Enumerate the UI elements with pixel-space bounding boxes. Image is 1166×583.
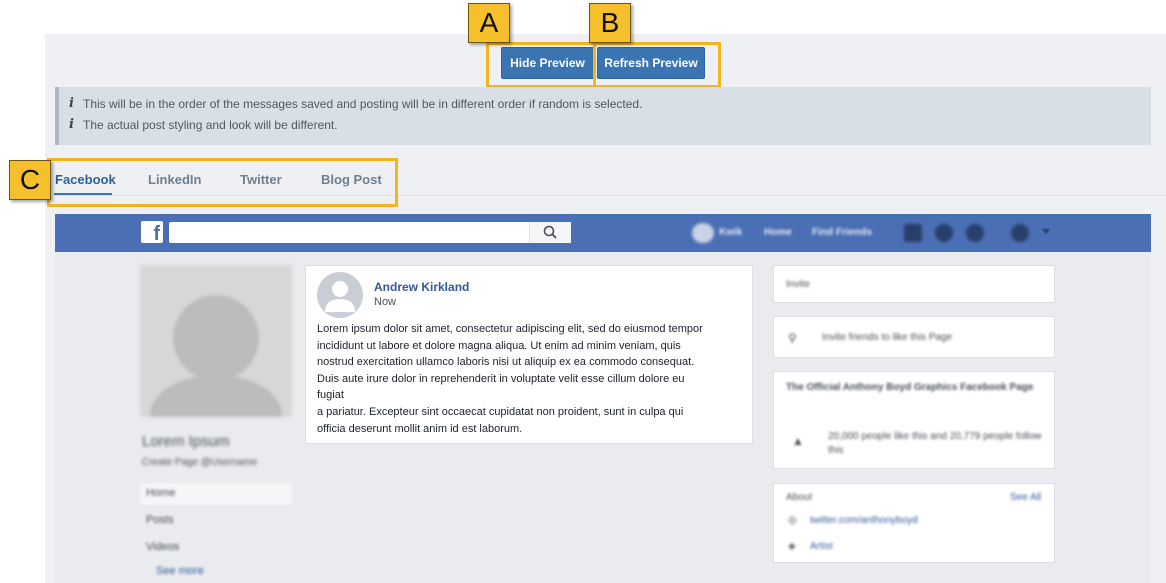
post-message: Lorem ipsum dolor sit amet, consectetur … [317, 323, 703, 435]
chevron-down-icon[interactable] [1042, 229, 1050, 234]
profile-handle: Create Page @Username [142, 457, 258, 468]
facebook-logo: f [141, 221, 163, 243]
post-timestamp: Now [374, 296, 397, 308]
callout-b-label: B [589, 3, 631, 43]
profile-menu-posts[interactable]: Posts [140, 510, 292, 532]
callout-c-label: C [9, 160, 51, 200]
nav-item-profile[interactable]: Kwik [719, 227, 742, 238]
sidebar-card-page-info: The Official Anthony Boyd Graphics Faceb… [773, 371, 1055, 469]
friend-requests-icon[interactable] [904, 224, 922, 242]
callout-a-label: A [468, 3, 510, 43]
sidebar-about-title: About [786, 492, 813, 503]
profile-menu-videos[interactable]: Videos [140, 537, 292, 559]
facebook-search-input[interactable] [169, 222, 570, 243]
sidebar-card-about: About See All ◎ twitter.com/anthonyboyd … [773, 483, 1055, 563]
callout-c-frame [47, 158, 398, 207]
info-line-styling: i The actual post styling and look will … [69, 117, 338, 132]
sidebar-invite-title: Invite [786, 279, 810, 290]
sidebar-page-title: The Official Anthony Boyd Graphics Faceb… [786, 382, 1034, 393]
callout-a-frame [486, 42, 596, 88]
sidebar-card-invite-friends: ⚲ Invite friends to like this Page [773, 316, 1055, 358]
sidebar-page-stats: 20,000 people like this and 20,779 peopl… [828, 431, 1042, 456]
avatar [317, 272, 363, 318]
facebook-search-button[interactable] [529, 222, 571, 243]
nav-item-find-friends[interactable]: Find Friends [812, 227, 872, 238]
profile-picture [140, 265, 292, 417]
sidebar-about-category[interactable]: Artist [810, 541, 833, 552]
notifications-icon[interactable] [966, 224, 984, 242]
search-icon [543, 225, 557, 239]
info-text-order: This will be in the order of the message… [83, 96, 643, 111]
user-plus-icon: ⚲ [788, 331, 797, 345]
profile-menu-see-more[interactable]: See more [140, 561, 292, 583]
default-avatar-icon [325, 281, 355, 312]
globe-icon: ◎ [788, 515, 797, 526]
info-line-order: i This will be in the order of the messa… [69, 96, 642, 111]
info-text-styling: The actual post styling and look will be… [83, 117, 338, 132]
sidebar-see-all-link[interactable]: See All [1010, 492, 1041, 503]
tag-icon: ◈ [788, 541, 796, 552]
sidebar-invite-text[interactable]: Invite friends to like this Page [822, 332, 952, 343]
like-icon: ▲ [792, 434, 804, 448]
callout-b-frame [593, 42, 721, 88]
info-icon: i [69, 96, 74, 111]
nav-avatar [692, 223, 714, 243]
help-icon[interactable] [1011, 224, 1029, 242]
info-notice: i This will be in the order of the messa… [55, 87, 1151, 145]
post-author[interactable]: Andrew Kirkland [374, 280, 469, 294]
sidebar-card-invite: Invite [773, 265, 1055, 303]
profile-menu-home[interactable]: Home [140, 483, 292, 505]
sidebar-about-url[interactable]: twitter.com/anthonyboyd [810, 515, 918, 526]
messages-icon[interactable] [935, 224, 953, 242]
profile-name: Lorem Ipsum [142, 433, 230, 450]
nav-item-home[interactable]: Home [764, 227, 792, 238]
info-icon: i [69, 117, 74, 132]
